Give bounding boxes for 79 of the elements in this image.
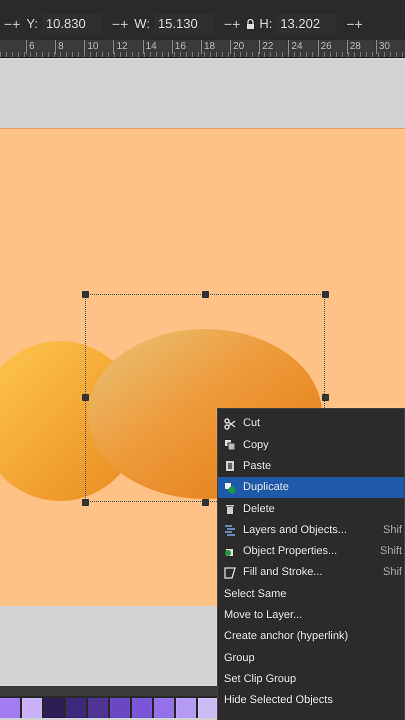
menu-label: Hide Selected Objects [224,693,333,708]
menu-label: Delete [243,502,275,517]
menu-item[interactable]: Duplicate [218,476,404,498]
menu-item[interactable]: Copy [218,434,404,456]
resize-handle[interactable] [322,291,329,298]
color-swatch[interactable] [132,698,152,718]
color-swatch[interactable] [110,698,130,718]
ruler-label: 18 [200,40,230,54]
ruler-label: 20 [230,40,260,54]
color-swatch[interactable] [44,698,64,718]
resize-handle[interactable] [202,291,209,298]
menu-label: Group [224,650,255,666]
menu-label: Create anchor (hyperlink) [224,629,348,644]
ruler-label: 14 [142,40,172,54]
ruler-label: 26 [318,40,347,54]
ruler-label: 6 [26,40,56,54]
menu-item[interactable]: Set Clip Group [218,668,404,690]
trash-icon [224,502,236,515]
lock-icon[interactable] [246,19,256,29]
color-swatch[interactable] [22,698,42,718]
menu-label: Paste [243,458,272,474]
ruler-label: 22 [259,40,288,54]
resize-handle[interactable] [82,291,89,298]
scissors-icon [224,418,236,430]
resize-handle[interactable] [202,499,209,506]
ruler-label: 12 [113,40,143,54]
field-label: H: [259,15,272,34]
shortcut-label: Shif [383,522,402,538]
resize-handle[interactable] [82,394,89,401]
ruler-label: 16 [172,40,201,54]
menu-item[interactable]: Delete [218,498,404,520]
stepper-button[interactable]: −+ [2,14,22,34]
menu-label: Move to Layer... [224,608,302,624]
layers-icon [224,524,236,536]
color-swatch[interactable] [176,698,196,718]
resize-handle[interactable] [322,394,329,401]
menu-label: Select Same [224,586,286,602]
menu-item[interactable]: Paste [218,456,404,477]
number-field[interactable]: 10.830 [42,14,102,34]
menu-label: Layers and Objects... [243,522,347,538]
ruler-label: 8 [55,40,84,54]
shortcut-label: Shif [383,565,402,580]
menu-item[interactable]: Hide Selected Objects [218,690,404,712]
color-swatch[interactable] [0,698,20,718]
duplicate-icon [224,482,236,494]
shortcut-label: Shift [380,544,402,560]
ruler-label: 24 [288,40,318,54]
stepper-button[interactable]: −+ [110,14,130,34]
menu-label: Cut [243,416,260,432]
menu-item[interactable]: Group [218,647,404,669]
color-swatch[interactable] [88,698,108,718]
number-field[interactable]: 13.202 [276,14,336,34]
menu-item[interactable]: Select Same [218,583,404,605]
stepper-button[interactable]: −+ [222,14,242,34]
number-field[interactable]: 15.130 [154,14,214,34]
menu-item[interactable]: Layers and Objects... Shif [218,519,404,541]
menu-label: Object Properties... [243,544,338,560]
clipboard-icon [224,460,236,472]
menu-label: Duplicate [243,480,289,496]
menu-item[interactable]: Create anchor (hyperlink) [218,626,404,648]
field-label: Y: [26,15,38,34]
stepper-button[interactable]: −+ [344,14,365,34]
color-swatch[interactable] [154,698,174,718]
menu-label: Set Clip Group [224,672,296,687]
copy-icon [224,438,236,451]
fill-stroke-icon [224,566,236,579]
menu-item[interactable]: Cut [218,413,404,434]
menu-item[interactable]: Object Properties... Shift [218,540,404,562]
ruler-label: 28 [346,40,376,54]
ruler-label: 10 [84,40,114,54]
menu-item[interactable]: Fill and Stroke... Shif [218,562,404,584]
menu-label: Copy [243,438,269,453]
color-swatch[interactable] [198,698,218,718]
menu-label: Fill and Stroke... [243,565,322,580]
color-swatch[interactable] [66,698,86,718]
ruler-label: 30 [376,40,405,54]
menu-item[interactable]: Move to Layer... [218,604,404,626]
resize-handle[interactable] [82,499,89,506]
field-label: W: [134,15,150,34]
